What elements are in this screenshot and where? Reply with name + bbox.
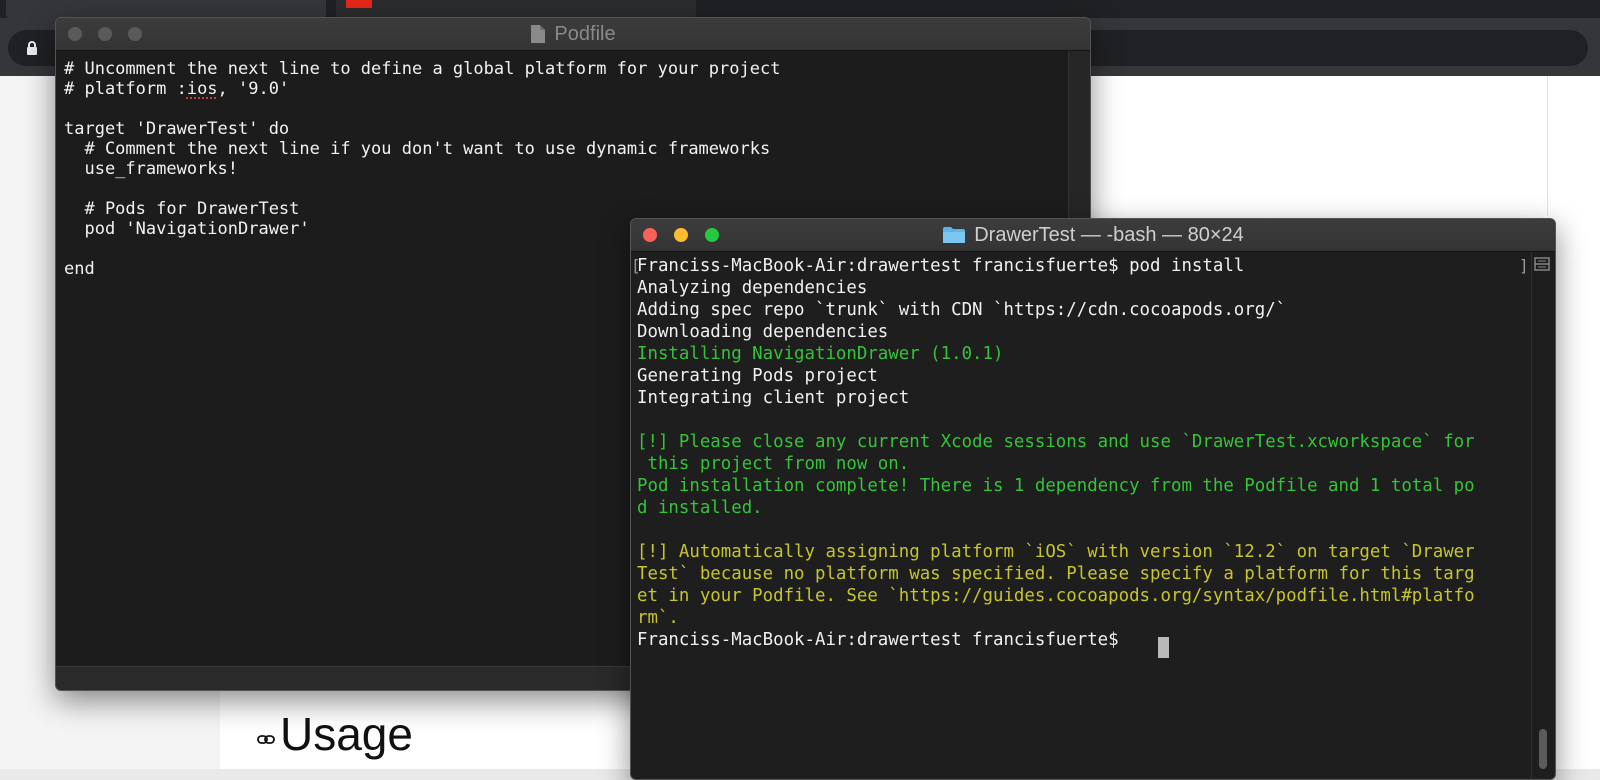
split-pane-icon[interactable] (1534, 257, 1550, 271)
usage-heading-text: Usage (280, 708, 413, 760)
browser-tab[interactable] (6, 0, 326, 18)
terminal-prompt: Franciss-MacBook-Air:drawertest francisf… (637, 630, 1130, 650)
window-title: Podfile (56, 18, 1090, 50)
terminal-line: [!] Automatically assigning platform `iO… (637, 542, 1475, 562)
podfile-titlebar[interactable]: Podfile (56, 18, 1090, 51)
terminal-line: Installing NavigationDrawer (1.0.1) (637, 344, 1004, 364)
terminal-line: Test` because no platform was specified.… (637, 564, 1475, 584)
code-line: # Pods for DrawerTest (64, 199, 300, 219)
lock-icon (27, 41, 37, 55)
terminal-line: Downloading dependencies (637, 322, 889, 342)
scrollbar-thumb[interactable] (1539, 729, 1547, 769)
terminal-line: Pod installation complete! There is 1 de… (637, 476, 1475, 496)
terminal-line: Franciss-MacBook-Air:drawertest francisf… (637, 256, 1245, 276)
code-line: end (64, 259, 95, 279)
window-title-text: Podfile (554, 23, 616, 45)
code-line: # Uncomment the next line to define a gl… (64, 59, 781, 79)
code-line: use_frameworks! (64, 159, 238, 179)
window-title: DrawerTest — -bash — 80×24 (631, 219, 1555, 251)
terminal-line: Adding spec repo `trunk` with CDN `https… (637, 300, 1287, 320)
link-icon[interactable] (256, 729, 276, 749)
mark-bracket-right: ] (1519, 256, 1529, 275)
terminal-scrollbar[interactable] (1531, 252, 1555, 779)
window-title-text: DrawerTest — -bash — 80×24 (974, 224, 1244, 246)
terminal-line: d installed. (637, 498, 763, 518)
terminal-output[interactable]: [ Franciss-MacBook-Air:drawertest franci… (631, 252, 1531, 779)
code-line: pod 'NavigationDrawer' (64, 219, 310, 239)
terminal-line: Generating Pods project (637, 366, 878, 386)
terminal-line: et in your Podfile. See `https://guides.… (637, 586, 1475, 606)
terminal-window: DrawerTest — -bash — 80×24 [ Franciss-Ma… (630, 218, 1556, 780)
folder-icon (943, 227, 966, 243)
site-favicon-icon (346, 0, 372, 8)
divider (1547, 76, 1548, 216)
browser-tab-bar (0, 0, 1600, 18)
browser-tab[interactable] (336, 0, 696, 18)
document-icon (531, 25, 546, 43)
usage-heading: Usage (256, 704, 413, 764)
terminal-line: [!] Please close any current Xcode sessi… (637, 432, 1475, 452)
terminal-line: Integrating client project (637, 388, 910, 408)
text-cursor (1158, 637, 1169, 658)
code-line: target 'DrawerTest' do (64, 119, 290, 139)
code-line: # platform :ios, '9.0' (64, 79, 290, 99)
code-line: # Comment the next line if you don't wan… (64, 139, 771, 159)
spellcheck-word: ios (186, 79, 218, 99)
terminal-line: rm`. (637, 608, 679, 628)
terminal-titlebar[interactable]: DrawerTest — -bash — 80×24 (631, 219, 1555, 252)
terminal-line: Analyzing dependencies (637, 278, 868, 298)
terminal-line: this project from now on. (637, 454, 910, 474)
